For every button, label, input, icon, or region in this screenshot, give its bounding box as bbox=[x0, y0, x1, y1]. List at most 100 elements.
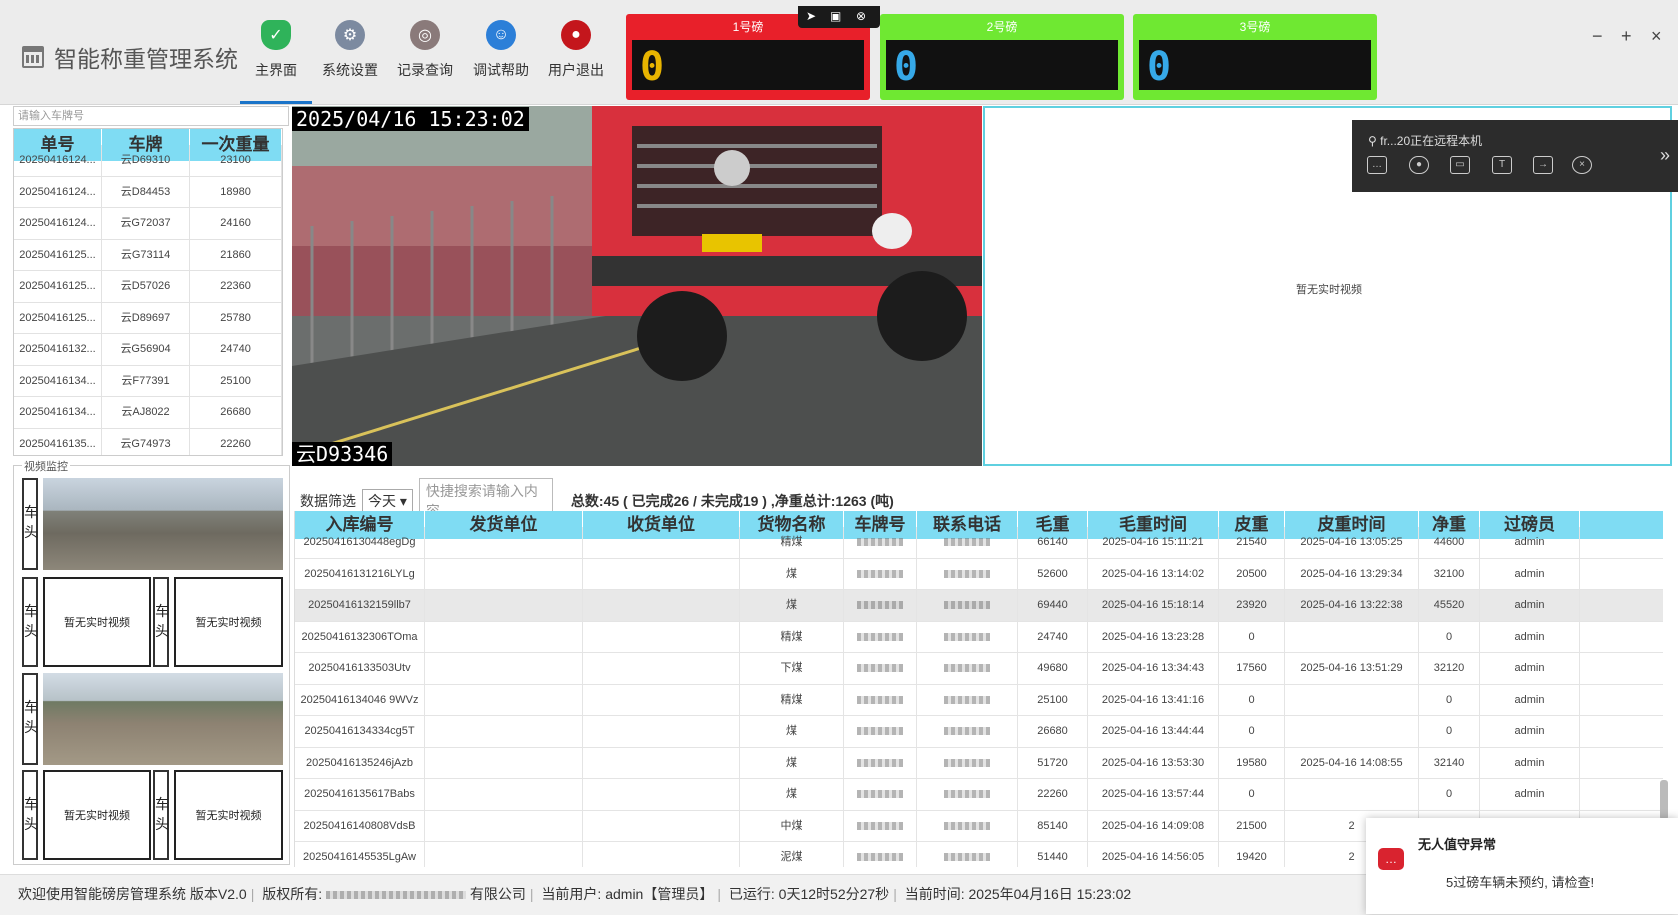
records-table-row[interactable]: 20250416135617Babs 煤 22260 2025-04-16 13:57… bbox=[295, 779, 1663, 811]
redacted-value bbox=[944, 632, 990, 641]
close-button[interactable]: × bbox=[1651, 26, 1662, 47]
pointer-icon[interactable]: ➤ bbox=[806, 9, 816, 23]
records-table-row[interactable]: 20250416135246jAzb 煤 51720 2025-04-16 13:53… bbox=[295, 747, 1663, 779]
folder-icon[interactable]: → bbox=[1533, 156, 1553, 174]
pending-table-row[interactable]: 20250416134... 云AJ8022 26680 bbox=[14, 397, 282, 429]
scale-3-panel: 3号磅 0 bbox=[1133, 14, 1377, 100]
calendar-icon bbox=[22, 46, 44, 68]
records-table-row[interactable]: 20250416132306TOma 精煤 24740 2025-04-16 13:2… bbox=[295, 621, 1663, 653]
pending-table-row[interactable]: 20250416124... 云D84453 18980 bbox=[14, 176, 282, 208]
records-table-cell: 69440 bbox=[1018, 590, 1088, 621]
records-table-row[interactable]: 20250416131216LYLg 煤 52600 2025-04-16 13:14… bbox=[295, 558, 1663, 590]
records-table-cell: 2025-04-16 15:18:14 bbox=[1088, 590, 1219, 621]
nav-main-label: 主界面 bbox=[255, 62, 297, 78]
scale-1-value: 0 bbox=[640, 44, 665, 90]
records-table-cell: 45520 bbox=[1419, 590, 1480, 621]
nav-logout[interactable]: ● 用户退出 bbox=[540, 14, 612, 104]
records-table-cell bbox=[844, 621, 917, 652]
maximize-button[interactable]: + bbox=[1621, 26, 1632, 47]
redacted-value bbox=[944, 569, 990, 578]
main-camera-view[interactable] bbox=[292, 106, 982, 466]
alert-popup[interactable] bbox=[1366, 818, 1678, 914]
nav-records[interactable]: ◎ 记录查询 bbox=[389, 14, 461, 104]
records-table-cell bbox=[844, 842, 917, 867]
records-table: 入库编号 发货单位 收货单位 货物名称 车牌号 联系电话 毛重 毛重时间 皮重 皮重时间 净重 过磅员… bbox=[294, 511, 1663, 867]
records-table-cell bbox=[917, 621, 1018, 652]
records-table-cell: 20500 bbox=[1219, 558, 1285, 589]
pending-table-row[interactable]: 20250416125... 云G73114 21860 bbox=[14, 239, 282, 271]
plate-search-input[interactable]: 请输入车牌号 bbox=[13, 106, 289, 126]
nav-settings[interactable]: ⚙ 系统设置 bbox=[314, 14, 386, 104]
screen-icon[interactable]: ▭ bbox=[1450, 156, 1470, 174]
records-table-row[interactable]: 20250416132159llb7 煤 69440 2025-04-16 15:18… bbox=[295, 590, 1663, 622]
pending-table-cell: 云AJ8022 bbox=[102, 397, 191, 428]
pending-table-row[interactable]: 20250416132... 云G56904 24740 bbox=[14, 334, 282, 366]
scale-3-display: 0 bbox=[1139, 40, 1371, 90]
no-video-box[interactable]: 暂无实时视频 bbox=[174, 770, 283, 860]
records-table-cell: 20250416140808VdsB bbox=[295, 810, 425, 841]
nav-settings-label: 系统设置 bbox=[322, 62, 378, 78]
records-table-cell: 0 bbox=[1419, 684, 1480, 715]
chat-bubble-icon: … bbox=[1378, 848, 1404, 870]
date-range-select[interactable]: 今天 ▾ bbox=[362, 489, 413, 513]
no-video-box[interactable]: 暂无实时视频 bbox=[174, 577, 283, 667]
records-table-cell: 2025-04-16 13:51:29 bbox=[1285, 653, 1419, 684]
nav-main[interactable]: ✓ 主界面 bbox=[240, 14, 312, 104]
table-scrollbar[interactable] bbox=[1660, 780, 1668, 820]
records-table-cell bbox=[1285, 779, 1419, 810]
records-table-cell bbox=[583, 653, 740, 684]
pending-table-row[interactable]: 20250416125... 云D57026 22360 bbox=[14, 271, 282, 303]
close-circle-icon[interactable]: ⊗ bbox=[856, 9, 866, 23]
no-video-box[interactable]: 暂无实时视频 bbox=[43, 577, 151, 667]
no-video-box[interactable]: 暂无实时视频 bbox=[43, 770, 151, 860]
records-table-row[interactable]: 20250416130448egDg 精煤 66140 2025-04-16 15:1… bbox=[295, 527, 1663, 559]
records-table-row[interactable]: 20250416134046 9WVz 精煤 25100 2025-04-16 13:… bbox=[295, 684, 1663, 716]
user-icon: ⚲ bbox=[1368, 134, 1381, 148]
pending-table-cell: 23100 bbox=[190, 145, 282, 176]
records-table-cell: 煤 bbox=[740, 716, 844, 747]
status-time: 当前时间: 2025年04月16日 15:23:02 bbox=[904, 886, 1132, 902]
records-table-cell: admin bbox=[1480, 747, 1580, 778]
records-table-cell bbox=[425, 716, 583, 747]
pending-table-row[interactable]: 20250416135... 云G74973 22260 bbox=[14, 428, 282, 455]
pending-table-cell: 云D57026 bbox=[102, 271, 191, 302]
yard-camera-image-2[interactable] bbox=[43, 673, 283, 765]
redacted-value bbox=[857, 853, 903, 862]
records-table-row[interactable]: 20250416134334cg5T 煤 26680 2025-04-16 13:44… bbox=[295, 716, 1663, 748]
pending-table-row[interactable]: 20250416125... 云D89697 25780 bbox=[14, 302, 282, 334]
gear-icon: ⚙ bbox=[335, 20, 365, 50]
chat-icon[interactable]: … bbox=[1367, 156, 1387, 174]
records-table-cell bbox=[583, 527, 740, 558]
camera-side-label: 车头 bbox=[22, 577, 38, 667]
records-table-cell: 精煤 bbox=[740, 621, 844, 652]
pending-table-cell: 云G74973 bbox=[102, 428, 191, 455]
pending-table-row[interactable]: 20250416124... 云D69310 23100 bbox=[14, 145, 282, 177]
text-icon[interactable]: T bbox=[1492, 156, 1512, 174]
pending-table-cell: 25100 bbox=[190, 365, 282, 396]
records-table-cell: 22260 bbox=[1018, 779, 1088, 810]
pending-table-cell: 20250416134... bbox=[14, 397, 103, 428]
records-table-cell bbox=[917, 716, 1018, 747]
yard-camera-image-1[interactable] bbox=[43, 478, 283, 570]
records-table-cell: 中煤 bbox=[740, 810, 844, 841]
records-table-cell bbox=[583, 558, 740, 589]
records-table-cell: 20250416135246jAzb bbox=[295, 747, 425, 778]
minimize-button[interactable]: − bbox=[1592, 26, 1603, 47]
status-uptime: 已运行: 0天12时52分27秒 bbox=[728, 886, 890, 902]
records-table-cell bbox=[583, 842, 740, 867]
camera-side-label: 车头 bbox=[153, 577, 169, 667]
pending-table-cell: 20250416132... bbox=[14, 334, 103, 365]
microphone-icon[interactable]: ● bbox=[1409, 156, 1429, 174]
records-table-cell: admin bbox=[1480, 621, 1580, 652]
nav-logout-label: 用户退出 bbox=[548, 62, 604, 78]
pending-table-row[interactable]: 20250416124... 云G72037 24160 bbox=[14, 208, 282, 240]
nav-debug-help[interactable]: ☺ 调试帮助 bbox=[465, 14, 537, 104]
records-table-row[interactable]: 20250416133503Utv 下煤 49680 2025-04-16 13:34… bbox=[295, 653, 1663, 685]
close-circle-icon[interactable]: × bbox=[1572, 156, 1592, 174]
records-table-cell: 32120 bbox=[1419, 653, 1480, 684]
pending-table-cell: 20250416125... bbox=[14, 239, 103, 270]
redacted-value bbox=[857, 758, 903, 767]
screen-icon[interactable]: ▣ bbox=[830, 9, 841, 23]
expand-icon[interactable]: » bbox=[1660, 145, 1670, 166]
pending-table-row[interactable]: 20250416134... 云F77391 25100 bbox=[14, 365, 282, 397]
